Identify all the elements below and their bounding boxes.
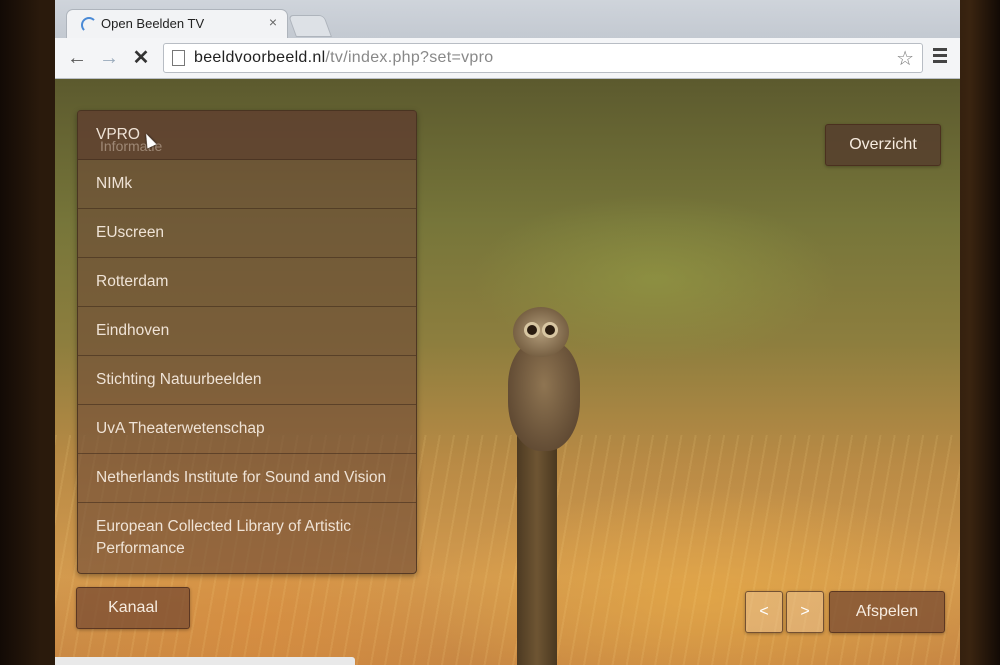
close-tab-icon[interactable]: × [269, 14, 277, 30]
forward-arrow-icon[interactable]: → [97, 46, 121, 70]
address-bar[interactable]: beeldvoorbeeld.nl/tv/index.php?set=vpro … [163, 43, 923, 73]
url-path: /tv/index.php?set=vpro [325, 49, 494, 66]
owl-head [513, 307, 569, 357]
page-icon [172, 50, 185, 66]
channel-label: Stichting Natuurbeelden [96, 371, 262, 388]
page-viewport: VPRO Informatie NIMk EUscreen Rotterdam … [55, 79, 960, 665]
channel-item-sound-vision[interactable]: Netherlands Institute for Sound and Visi… [78, 454, 416, 503]
channel-label: Netherlands Institute for Sound and Visi… [96, 469, 387, 486]
channel-item-eindhoven[interactable]: Eindhoven [78, 307, 416, 356]
browser-menu-icon[interactable] [933, 48, 947, 66]
stop-loading-icon[interactable]: ✕ [129, 46, 153, 70]
new-tab-button[interactable] [289, 16, 331, 36]
channel-item-rotterdam[interactable]: Rotterdam [78, 258, 416, 307]
owl-eye-left [527, 325, 537, 335]
channel-dropdown: VPRO Informatie NIMk EUscreen Rotterdam … [77, 110, 417, 574]
owl-body [508, 341, 580, 451]
next-button[interactable]: > [786, 591, 824, 633]
channel-label: EUscreen [96, 224, 165, 241]
projected-screen: Open Beelden TV × ← → ✕ beeldvoorbeeld.n… [55, 0, 960, 665]
channel-label: UvA Theaterwetenschap [96, 420, 265, 437]
channel-item-euscreen[interactable]: EUscreen [78, 209, 416, 258]
loading-spinner-icon [81, 17, 97, 33]
channel-label: Eindhoven [96, 322, 170, 339]
kanaal-button[interactable]: Kanaal [76, 587, 190, 629]
channel-item-nimk[interactable]: NIMk [78, 160, 416, 209]
url-text: beeldvoorbeeld.nl/tv/index.php?set=vpro [194, 49, 493, 67]
channel-item-natuurbeelden[interactable]: Stichting Natuurbeelden [78, 356, 416, 405]
channel-label: Rotterdam [96, 273, 169, 290]
channel-item-ecloap[interactable]: European Collected Library of Artistic P… [78, 503, 416, 573]
tab-strip: Open Beelden TV × [55, 0, 960, 38]
status-bar [55, 657, 355, 665]
browser-toolbar: ← → ✕ beeldvoorbeeld.nl/tv/index.php?set… [55, 38, 960, 79]
afspelen-button[interactable]: Afspelen [829, 591, 945, 633]
channel-label: NIMk [96, 175, 133, 192]
url-host: beeldvoorbeeld.nl [194, 49, 326, 66]
previous-button[interactable]: < [745, 591, 783, 633]
channel-item-uva[interactable]: UvA Theaterwetenschap [78, 405, 416, 454]
back-arrow-icon[interactable]: ← [65, 46, 89, 70]
bookmark-star-icon[interactable]: ☆ [896, 46, 914, 71]
browser-tab[interactable]: Open Beelden TV × [67, 10, 287, 38]
channel-label: European Collected Library of Artistic P… [96, 518, 352, 557]
channel-item-vpro[interactable]: VPRO Informatie [78, 111, 416, 160]
owl-eye-right [545, 325, 555, 335]
overzicht-button[interactable]: Overzicht [825, 124, 941, 166]
wooden-post [517, 434, 557, 665]
tab-title: Open Beelden TV [101, 16, 205, 31]
